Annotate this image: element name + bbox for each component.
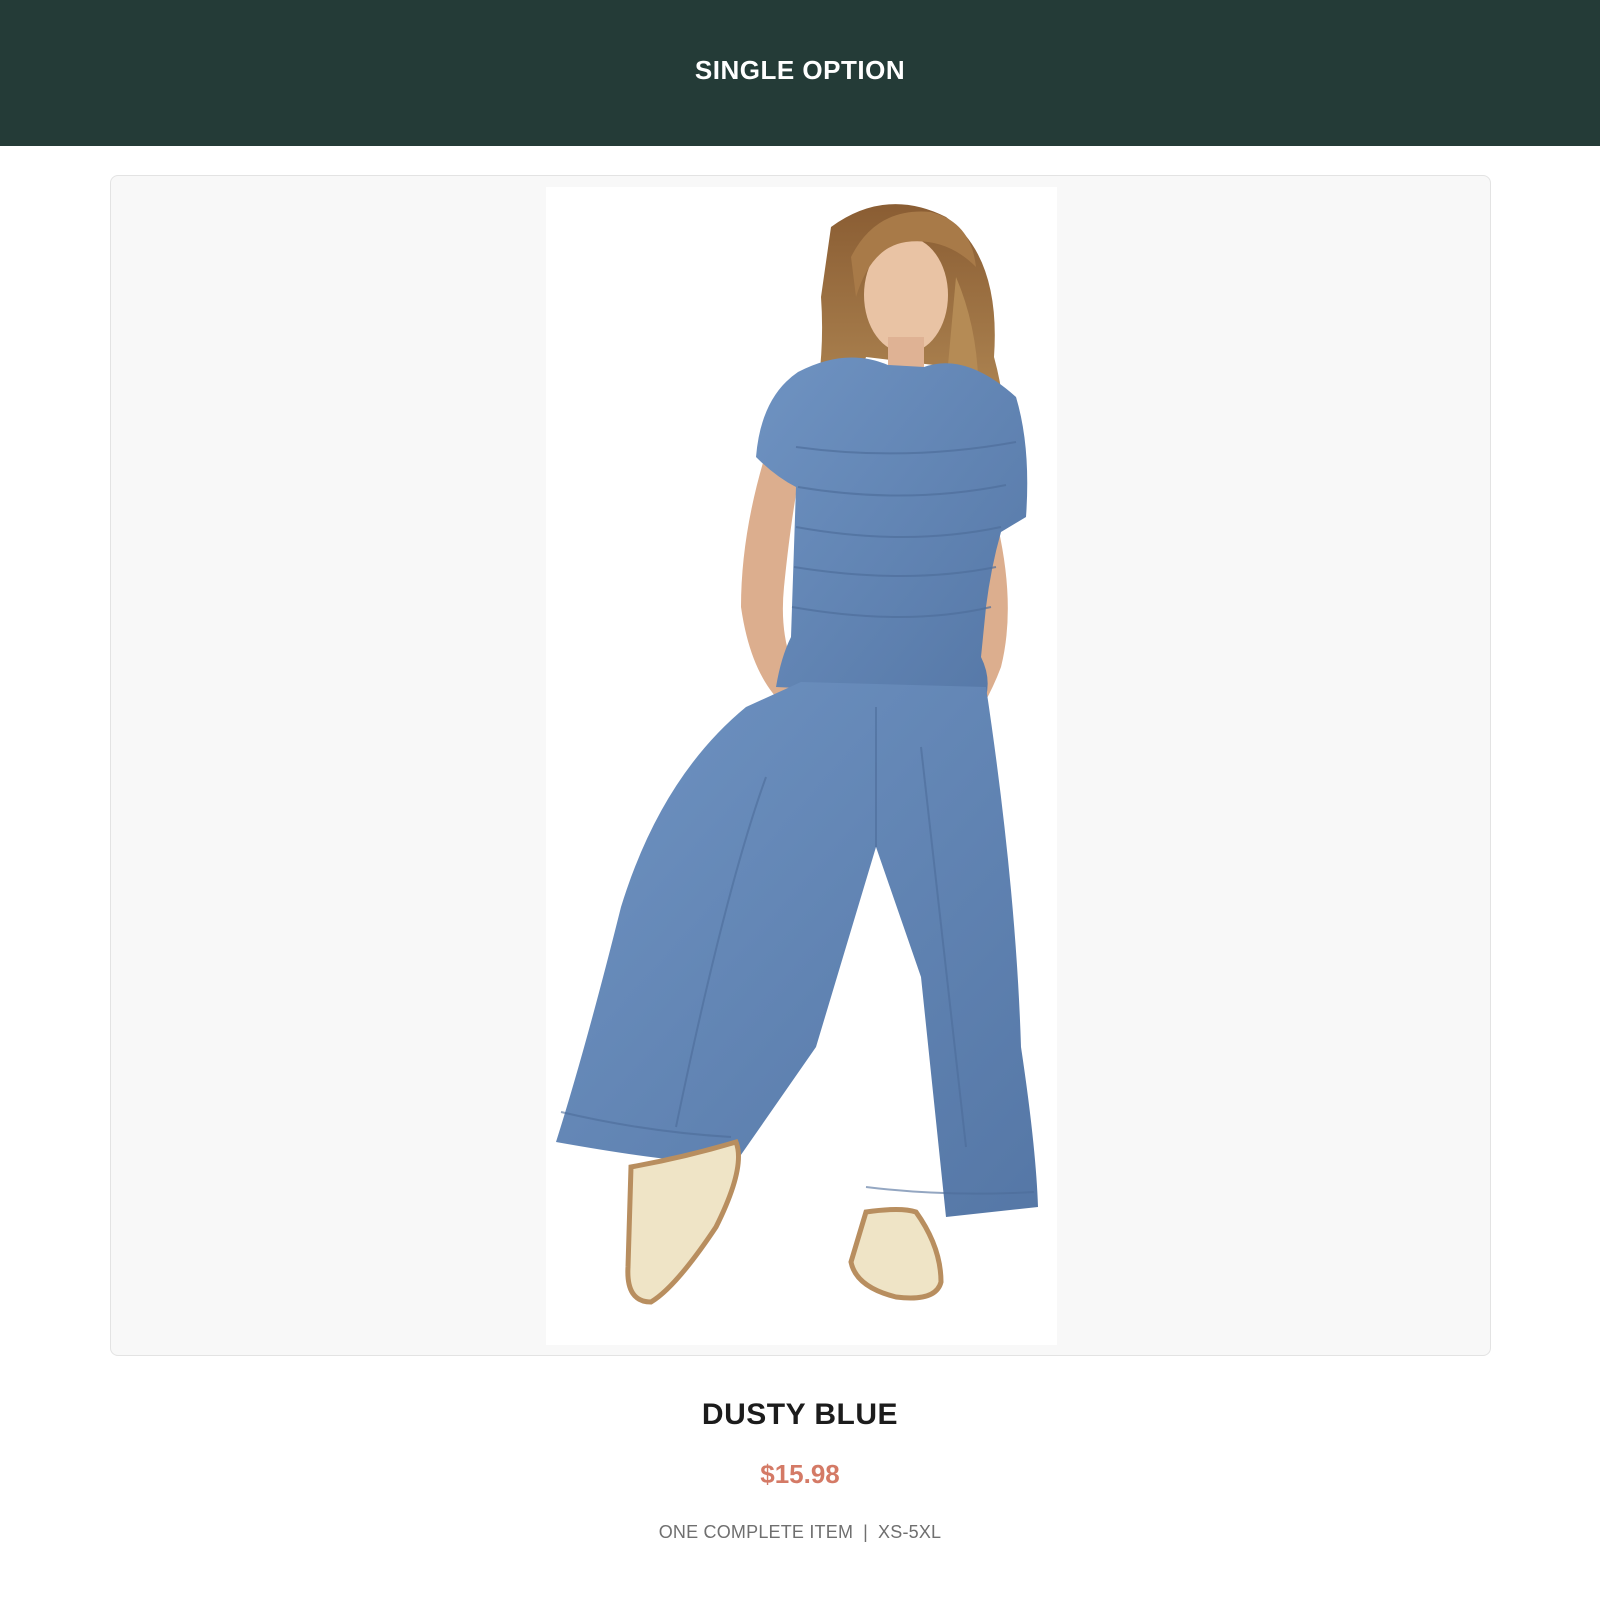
product-photo[interactable] <box>546 187 1057 1345</box>
product-meta-sizes: XS-5XL <box>878 1522 942 1542</box>
page-title: SINGLE OPTION <box>694 55 906 85</box>
product-price: $15.98 <box>760 1459 840 1489</box>
product-meta-quantity: ONE COMPLETE ITEM <box>658 1522 854 1542</box>
meta-separator: | <box>863 1522 869 1542</box>
header-bar: SINGLE OPTION <box>0 0 1600 146</box>
product-image-card[interactable] <box>110 175 1491 1356</box>
model-illustration <box>546 187 1057 1345</box>
product-meta: ONE COMPLETE ITEM | XS-5XL <box>0 1522 1600 1543</box>
product-name: DUSTY BLUE <box>701 1398 899 1431</box>
